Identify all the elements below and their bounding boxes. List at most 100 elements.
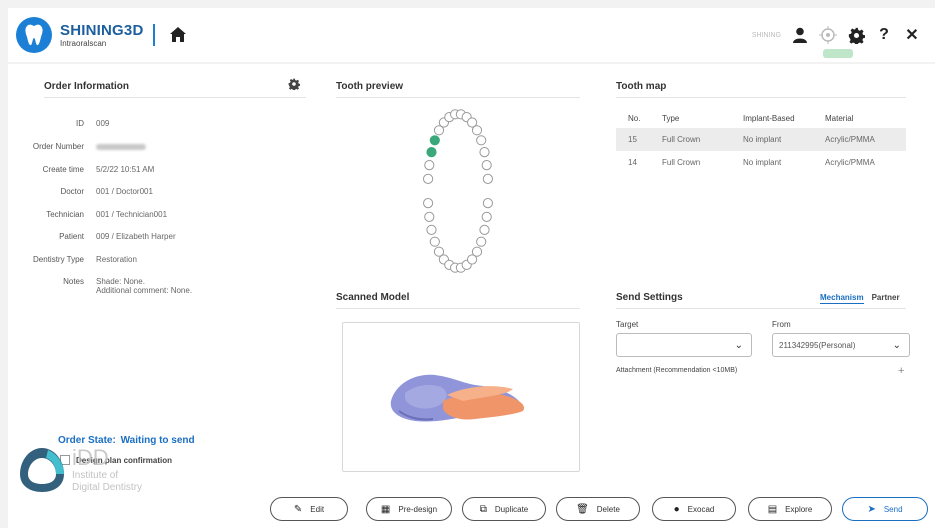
tooth-icon[interactable] xyxy=(481,160,492,171)
explore-button[interactable]: ▤ Explore xyxy=(748,497,832,521)
home-icon[interactable] xyxy=(167,24,189,46)
predesign-icon: ▦ xyxy=(380,503,391,515)
cell-no: 15 xyxy=(628,135,637,144)
explore-button-label: Explore xyxy=(785,504,813,514)
tooth-icon[interactable] xyxy=(426,147,437,158)
redacted-value xyxy=(96,142,146,151)
order-settings-gear-icon[interactable] xyxy=(288,78,300,90)
target-select[interactable]: ⌄ xyxy=(616,333,752,357)
table-row[interactable]: 15 Full Crown No implant Acrylic/PMMA xyxy=(616,128,906,151)
info-value: 001 / Doctor001 xyxy=(96,187,153,196)
send-icon: ➤ xyxy=(867,503,876,515)
app-header: SHINING3D Intraoralscan SHINING ? ✕ xyxy=(8,8,935,62)
tooth-logo-icon xyxy=(16,17,52,53)
table-row[interactable]: 14 Full Crown No implant Acrylic/PMMA xyxy=(616,151,906,174)
idd-wordmark: iDD xyxy=(72,445,109,470)
tooth-icon[interactable] xyxy=(424,211,435,223)
send-button-label: Send xyxy=(883,504,903,514)
edit-button[interactable]: ✎ Edit xyxy=(270,497,348,521)
edit-icon: ✎ xyxy=(293,503,303,515)
notes-value: Shade: None. Additional comment: None. xyxy=(96,277,192,295)
order-state-value: Waiting to send xyxy=(120,435,195,446)
info-row-create-time: Create time 5/2/22 10:51 AM xyxy=(18,165,155,174)
crosshair-icon[interactable] xyxy=(819,26,837,44)
connection-status-badge xyxy=(823,49,853,58)
tooth-icon[interactable] xyxy=(429,236,440,247)
close-icon[interactable]: ✕ xyxy=(903,26,921,44)
folder-icon: ▤ xyxy=(767,503,778,515)
info-row-technician: Technician 001 / Technician001 xyxy=(18,210,167,219)
info-label: Dentistry Type xyxy=(33,255,84,264)
tooth-preview-divider xyxy=(336,97,580,98)
cell-implant: No implant xyxy=(743,158,782,167)
tab-mechanism[interactable]: Mechanism xyxy=(820,293,864,304)
tooth-icon[interactable] xyxy=(426,224,437,236)
scanned-model-viewer[interactable] xyxy=(342,322,580,472)
tooth-icon[interactable] xyxy=(424,160,435,171)
from-value: 211342995(Personal) xyxy=(779,340,856,350)
info-label: ID xyxy=(76,119,84,128)
scanned-model-divider xyxy=(336,308,580,309)
info-label: Doctor xyxy=(60,187,84,196)
order-info-divider xyxy=(44,97,306,98)
predesign-button-label: Pre-design xyxy=(398,504,438,514)
column-header: Implant-Based xyxy=(743,113,795,123)
from-label: From xyxy=(772,320,791,329)
tooth-icon[interactable] xyxy=(482,173,494,185)
info-label: Technician xyxy=(46,210,84,219)
table-header: No. Type Implant-Based Material xyxy=(616,108,906,128)
order-info-title: Order Information xyxy=(44,81,130,92)
cell-material: Acrylic/PMMA xyxy=(825,158,875,167)
predesign-button[interactable]: ▦ Pre-design xyxy=(366,497,452,521)
edit-button-label: Edit xyxy=(310,504,325,514)
send-settings-title: Send Settings xyxy=(616,292,683,303)
exocad-button[interactable]: ● Exocad xyxy=(652,497,736,521)
tooth-icon[interactable] xyxy=(471,246,483,257)
gear-icon[interactable] xyxy=(847,26,865,44)
info-value: 009 / Elizabeth Harper xyxy=(96,232,176,241)
notes-shade: Shade: None. xyxy=(96,277,145,286)
tab-partner[interactable]: Partner xyxy=(872,293,900,304)
cell-no: 14 xyxy=(628,158,637,167)
trash-icon: 🗑 xyxy=(576,503,589,515)
info-label: Order Number xyxy=(32,142,84,151)
info-label: Notes xyxy=(63,277,84,286)
user-icon[interactable] xyxy=(791,26,809,44)
delete-button-label: Delete xyxy=(596,504,620,514)
tooth-preview-title: Tooth preview xyxy=(336,81,404,92)
from-select[interactable]: 211342995(Personal) ⌄ xyxy=(772,333,910,357)
send-button[interactable]: ➤ Send xyxy=(842,497,928,521)
attachment-label: Attachment (Recommendation <10MB) xyxy=(616,367,738,374)
info-row-id: ID 009 xyxy=(18,119,109,128)
duplicate-button[interactable]: ⧉ Duplicate xyxy=(462,497,546,521)
info-row-patient: Patient 009 / Elizabeth Harper xyxy=(18,232,176,241)
scanned-model-title: Scanned Model xyxy=(336,292,410,303)
tooth-icon[interactable] xyxy=(479,147,490,158)
idd-logo-icon xyxy=(20,448,64,492)
idd-line2: Digital Dentistry xyxy=(72,482,143,493)
tooth-map-title: Tooth map xyxy=(616,81,667,92)
send-settings-tabs: Mechanism Partner xyxy=(820,293,900,304)
tooth-chart[interactable] xyxy=(416,104,500,276)
tooth-icon[interactable] xyxy=(471,125,483,136)
cell-material: Acrylic/PMMA xyxy=(825,135,875,144)
info-value: Restoration xyxy=(96,255,137,264)
add-attachment-icon[interactable]: + xyxy=(898,365,904,377)
tooth-icon[interactable] xyxy=(423,198,434,209)
exocad-button-label: Exocad xyxy=(687,504,715,514)
tooth-icon[interactable] xyxy=(423,173,434,185)
target-label: Target xyxy=(616,320,639,329)
cell-implant: No implant xyxy=(743,135,782,144)
tooth-icon[interactable] xyxy=(481,211,492,223)
info-row-notes: Notes Shade: None. Additional comment: N… xyxy=(18,277,192,295)
info-row-doctor: Doctor 001 / Doctor001 xyxy=(18,187,153,196)
cell-type: Full Crown xyxy=(662,135,701,144)
3d-scan-model xyxy=(390,374,525,422)
tooth-icon[interactable] xyxy=(476,236,487,247)
tooth-icon[interactable] xyxy=(479,224,490,236)
tooth-icon[interactable] xyxy=(476,135,487,146)
delete-button[interactable]: 🗑 Delete xyxy=(556,497,640,521)
help-icon[interactable]: ? xyxy=(875,26,893,44)
tooth-icon[interactable] xyxy=(429,135,440,146)
tooth-icon[interactable] xyxy=(482,198,494,209)
